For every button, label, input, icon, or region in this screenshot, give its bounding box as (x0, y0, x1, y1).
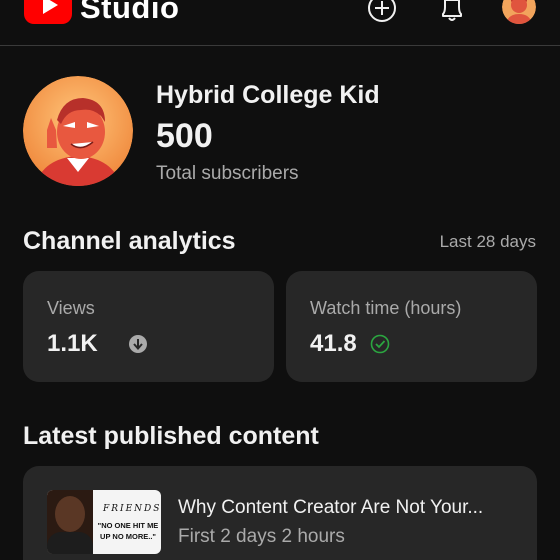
analytics-title: Channel analytics (23, 227, 236, 255)
video-thumbnail[interactable]: FRIENDS "NO ONE HIT ME UP NO MORE.." (47, 490, 161, 554)
video-meta: First 2 days 2 hours (178, 526, 345, 547)
channel-name: Hybrid College Kid (156, 81, 380, 109)
views-value: 1.1K (47, 330, 98, 357)
thumbnail-caption: "NO ONE HIT ME UP NO MORE.." (97, 521, 159, 541)
check-circle-icon (370, 334, 390, 354)
youtube-play-icon[interactable] (24, 0, 72, 24)
views-label: Views (47, 298, 95, 318)
thumbnail-brand: FRIENDS (103, 504, 161, 514)
app-header: Studio (0, 0, 560, 46)
studio-brand[interactable]: Studio (80, 0, 179, 26)
account-avatar[interactable] (502, 0, 536, 24)
latest-video-card[interactable]: FRIENDS "NO ONE HIT ME UP NO MORE.." Why… (23, 466, 537, 560)
arrow-down-circle-icon (129, 335, 147, 353)
bell-icon[interactable] (435, 0, 469, 24)
thumbnail-person (47, 490, 93, 554)
analytics-period: Last 28 days (439, 232, 536, 251)
channel-avatar[interactable] (23, 76, 133, 186)
video-title[interactable]: Why Content Creator Are Not Your... (178, 496, 523, 520)
create-plus-icon[interactable] (365, 0, 399, 24)
watch-time-card[interactable]: Watch time (hours) 41.8 (286, 271, 537, 382)
subscriber-label: Total subscribers (156, 163, 299, 184)
latest-content-title: Latest published content (23, 422, 319, 450)
subscriber-count: 500 (156, 117, 213, 155)
watch-time-value: 41.8 (310, 330, 357, 357)
watch-time-label: Watch time (hours) (310, 298, 462, 318)
views-card[interactable]: Views 1.1K (23, 271, 274, 382)
